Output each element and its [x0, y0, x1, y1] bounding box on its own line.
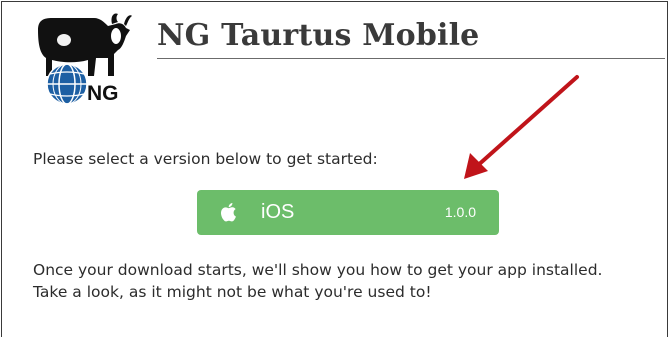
page-title: NG Taurtus Mobile	[157, 18, 480, 53]
title-divider	[157, 58, 665, 59]
logo-text: NG	[87, 82, 119, 105]
app-logo: NG	[38, 13, 132, 105]
ios-button-label: iOS	[261, 201, 295, 223]
apple-icon	[221, 203, 236, 222]
intro-text: Please select a version below to get sta…	[33, 150, 378, 168]
install-info-text: Once your download starts, we'll show yo…	[33, 261, 603, 301]
red-arrow-icon	[464, 75, 579, 179]
page-frame: NG NG Taurtus Mobile Please select a ver…	[1, 1, 668, 337]
ios-version-label: 1.0.0	[444, 204, 476, 220]
ios-download-button[interactable]: iOS 1.0.0	[197, 190, 499, 235]
